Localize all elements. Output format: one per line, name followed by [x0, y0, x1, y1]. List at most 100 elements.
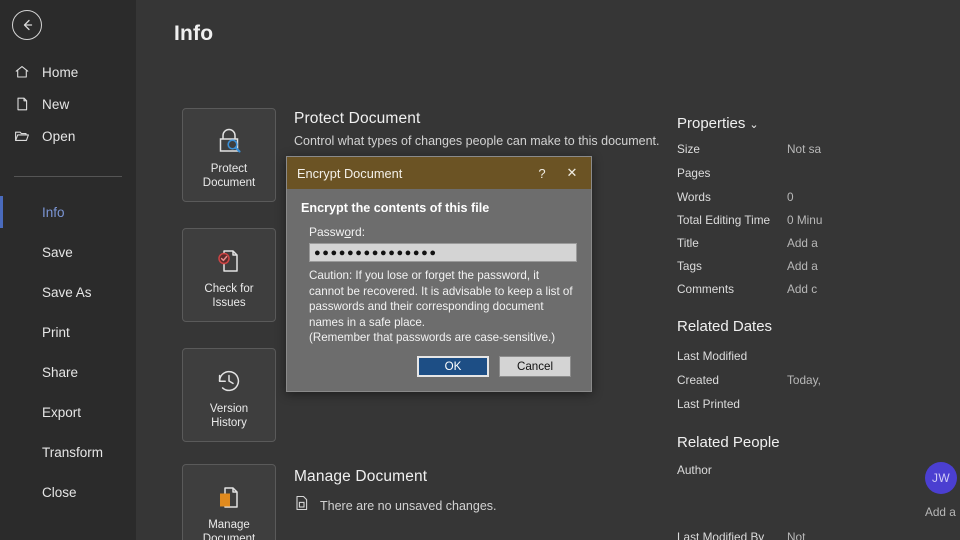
sidebar-item-print[interactable]: Print: [0, 312, 136, 352]
date-row-created: Created Today,: [677, 373, 824, 387]
people-key: Author: [677, 463, 712, 477]
property-value[interactable]: Add c: [787, 282, 817, 296]
back-button[interactable]: [12, 10, 42, 40]
sidebar: Home New Open Info Save Save As Print Sh…: [0, 0, 136, 540]
property-row-words: Words 0: [677, 190, 824, 204]
property-row-tags[interactable]: Tags Add a: [677, 259, 824, 273]
sidebar-item-save[interactable]: Save: [0, 232, 136, 272]
properties-heading[interactable]: Properties ⌄: [677, 115, 759, 132]
dialog-heading: Encrypt the contents of this file: [301, 201, 490, 215]
unsaved-changes-row: There are no unsaved changes.: [294, 494, 497, 517]
ok-button[interactable]: OK: [417, 355, 489, 377]
related-dates-heading: Related Dates: [677, 318, 773, 335]
property-row-title[interactable]: Title Add a: [677, 236, 824, 250]
password-label-post: rd:: [351, 225, 366, 239]
sidebar-item-label: New: [42, 96, 70, 112]
property-row-total-editing-time: Total Editing Time 0 Minu: [677, 213, 824, 227]
sidebar-item-label: Save As: [42, 284, 92, 300]
date-key: Last Printed: [677, 397, 740, 411]
add-author-link[interactable]: Add a: [925, 505, 956, 519]
back-arrow-icon: [19, 17, 35, 33]
date-value: Today,: [787, 373, 821, 387]
manage-document-icon: [212, 479, 246, 515]
protect-document-button[interactable]: Protect Document: [182, 108, 276, 202]
property-row-size: Size Not sa: [677, 142, 824, 156]
manage-document-label: Manage Document: [202, 519, 256, 540]
protect-document-label: Protect Document: [202, 163, 256, 189]
dialog-title: Encrypt Document: [297, 165, 403, 181]
people-row-author: Author: [677, 463, 824, 477]
open-folder-icon: [14, 128, 30, 144]
people-key: Last Modified By: [677, 530, 765, 540]
manage-document-heading: Manage Document: [294, 468, 428, 485]
sidebar-item-label: Home: [42, 64, 79, 80]
property-value: 0: [787, 190, 794, 204]
property-row-pages: Pages: [677, 166, 824, 180]
close-icon[interactable]: ✕: [557, 158, 587, 188]
dialog-body: Encrypt the contents of this file Passwo…: [287, 189, 591, 391]
sidebar-item-label: Save: [42, 244, 73, 260]
related-people-heading: Related People: [677, 434, 780, 451]
property-value: Not sa: [787, 142, 822, 156]
property-key: Pages: [677, 166, 711, 180]
encrypt-document-dialog: Encrypt Document ? ✕ Encrypt the content…: [286, 156, 592, 392]
dialog-buttons: OK Cancel: [301, 355, 577, 379]
lock-search-icon: [212, 123, 246, 159]
version-history-label: Version History: [209, 403, 249, 429]
password-label: Password:: [309, 225, 577, 239]
property-value: 0 Minu: [787, 213, 823, 227]
sidebar-item-save-as[interactable]: Save As: [0, 272, 136, 312]
sidebar-item-transform[interactable]: Transform: [0, 432, 136, 472]
home-icon: [14, 64, 30, 80]
property-key: Tags: [677, 259, 702, 273]
protect-document-description: Control what types of changes people can…: [294, 134, 660, 148]
property-key: Size: [677, 142, 700, 156]
sidebar-item-label: Close: [42, 484, 77, 500]
date-row-last-printed: Last Printed: [677, 397, 824, 411]
date-key: Last Modified: [677, 349, 748, 363]
page-title: Info: [174, 22, 214, 45]
question-mark-icon[interactable]: ?: [527, 158, 557, 188]
check-for-issues-label: Check for Issues: [204, 283, 254, 309]
new-document-icon: [14, 96, 30, 112]
property-key: Title: [677, 236, 699, 250]
properties-rail: Properties ⌄ Size Not sa Pages Words 0 To…: [677, 0, 957, 540]
chevron-down-icon[interactable]: ⌄: [749, 119, 758, 131]
version-history-button[interactable]: Version History: [182, 348, 276, 442]
document-inspect-icon: [212, 243, 246, 279]
sidebar-item-close[interactable]: Close: [0, 472, 136, 512]
history-clock-icon: [212, 363, 246, 399]
manage-document-button[interactable]: Manage Document: [182, 464, 276, 540]
people-value: Not: [787, 530, 806, 540]
sidebar-item-new[interactable]: New: [0, 88, 136, 120]
people-row-last-modified-by: Last Modified By Not: [677, 530, 824, 540]
avatar[interactable]: JW: [925, 462, 957, 494]
dialog-titlebar: Encrypt Document ? ✕: [287, 157, 591, 189]
check-for-issues-button[interactable]: Check for Issues: [182, 228, 276, 322]
sidebar-nav: Info Save Save As Print Share Export Tra…: [0, 192, 136, 512]
property-value[interactable]: Add a: [787, 236, 818, 250]
sidebar-item-home[interactable]: Home: [0, 56, 136, 88]
sidebar-item-export[interactable]: Export: [0, 392, 136, 432]
caution-text: Caution: If you lose or forget the passw…: [309, 269, 573, 344]
protect-document-heading: Protect Document: [294, 110, 421, 127]
properties-heading-label: Properties: [677, 115, 746, 132]
sidebar-item-label: Export: [42, 404, 82, 420]
sidebar-top-nav: Home New Open: [0, 56, 136, 152]
sidebar-divider: [14, 176, 122, 177]
sidebar-item-label: Transform: [42, 444, 104, 460]
property-key: Comments: [677, 282, 735, 296]
cancel-button[interactable]: Cancel: [499, 355, 571, 377]
date-key: Created: [677, 373, 719, 387]
sidebar-item-label: Open: [42, 128, 76, 144]
password-label-pre: Passw: [309, 225, 345, 239]
sidebar-item-label: Print: [42, 324, 70, 340]
unsaved-changes-text: There are no unsaved changes.: [320, 498, 497, 513]
sidebar-item-info[interactable]: Info: [0, 192, 136, 232]
property-value[interactable]: Add a: [787, 259, 818, 273]
property-row-comments[interactable]: Comments Add c: [677, 282, 824, 296]
property-key: Words: [677, 190, 711, 204]
password-input[interactable]: ●●●●●●●●●●●●●●●: [309, 243, 577, 262]
sidebar-item-open[interactable]: Open: [0, 120, 136, 152]
sidebar-item-share[interactable]: Share: [0, 352, 136, 392]
